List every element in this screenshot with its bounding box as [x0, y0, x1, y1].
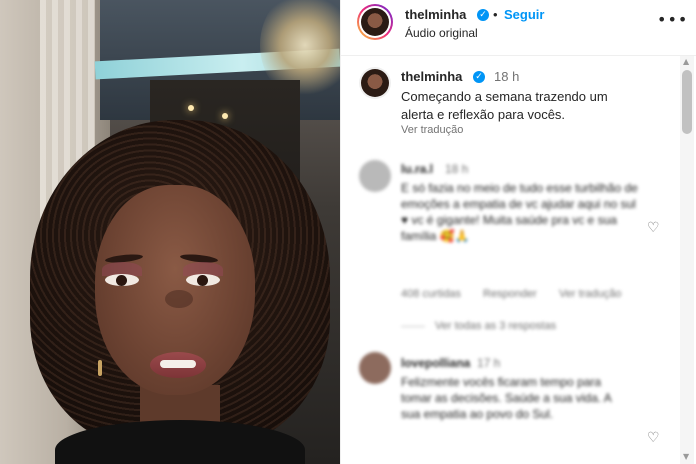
replies-divider — [401, 326, 425, 327]
person-eye — [105, 274, 139, 286]
audio-label[interactable]: Áudio original — [405, 26, 478, 40]
ceiling-light — [188, 105, 194, 111]
follow-button[interactable]: Seguir — [504, 7, 544, 22]
comment-timestamp: 18 h — [445, 162, 469, 176]
avatar-photo — [361, 69, 389, 97]
comment-likes[interactable]: 408 curtidas — [401, 288, 461, 300]
comment-avatar[interactable] — [359, 352, 391, 384]
person-nose — [165, 290, 193, 308]
reply-button[interactable]: Responder — [483, 288, 537, 300]
comment-text: Felizmente vocês ficaram tempo para toma… — [401, 375, 612, 421]
comment-username[interactable]: lu.ra.l — [401, 162, 433, 176]
caption-text: Começando a semana trazendo um alerta e … — [401, 89, 608, 122]
like-comment-heart-icon[interactable]: ♡ — [647, 430, 660, 446]
person-eye — [186, 274, 220, 286]
author-avatar[interactable] — [357, 4, 393, 40]
scroll-down-arrow-icon[interactable]: ▼ — [683, 452, 689, 461]
see-translation-link[interactable]: Ver tradução — [401, 124, 463, 136]
verified-badge-icon: ✓ — [473, 71, 485, 83]
comment-avatar[interactable] — [359, 160, 391, 192]
author-username[interactable]: thelminha — [405, 7, 466, 22]
view-replies-link[interactable]: Ver todas as 3 respostas — [435, 320, 556, 332]
scroll-up-arrow-icon[interactable]: ▲ — [683, 57, 689, 66]
verified-badge-icon: ✓ — [477, 9, 489, 21]
post-panel: thelminha ✓ • Seguir Áudio original ••• … — [340, 0, 696, 464]
caption-avatar[interactable] — [359, 67, 391, 99]
more-options-icon[interactable]: ••• — [657, 10, 688, 29]
like-comment-heart-icon[interactable]: ♡ — [647, 220, 660, 236]
person-teeth — [160, 360, 196, 368]
comment-text: E só fazia no meio de tudo esse turbilhã… — [401, 181, 638, 243]
separator-dot: • — [493, 7, 498, 22]
reel-video[interactable] — [0, 0, 340, 464]
comment-username[interactable]: lovepolliana — [401, 356, 470, 370]
comment-translate-link[interactable]: Ver tradução — [559, 288, 621, 300]
avatar-photo — [361, 8, 389, 36]
person-earring — [98, 360, 102, 376]
caption-username[interactable]: thelminha — [401, 69, 462, 84]
post-header: thelminha ✓ • Seguir Áudio original ••• — [341, 0, 696, 56]
ceiling-light — [222, 113, 228, 119]
scrollbar-thumb[interactable] — [682, 70, 692, 134]
comment-timestamp: 17 h — [477, 356, 501, 370]
caption-timestamp[interactable]: 18 h — [494, 69, 519, 84]
